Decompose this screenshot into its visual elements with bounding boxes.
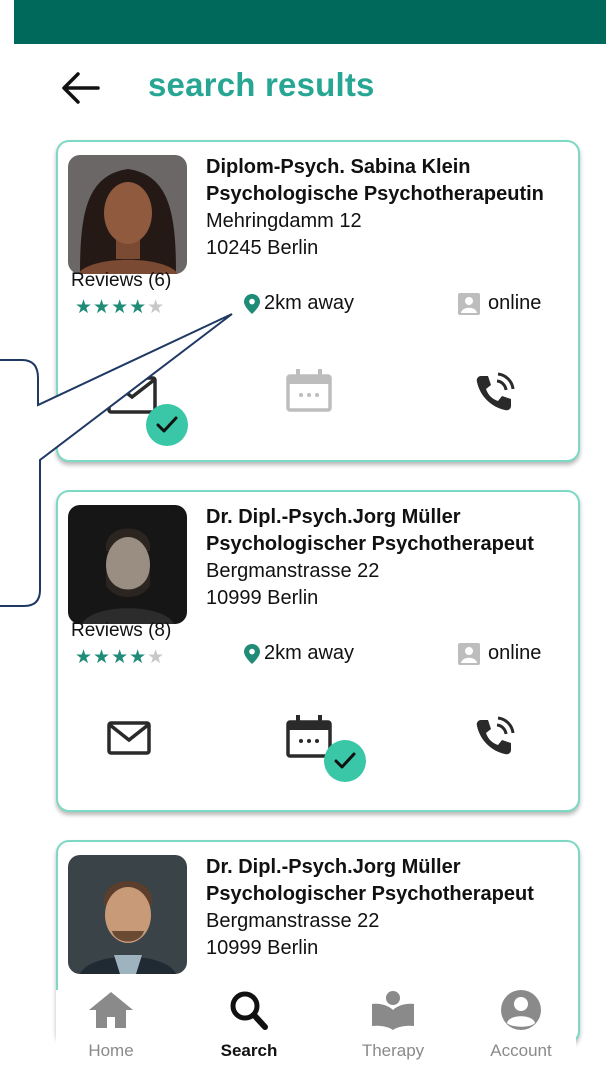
account-icon — [501, 990, 541, 1030]
therapist-profession: Psychologischer Psychotherapeut — [206, 533, 534, 555]
call-button[interactable] — [473, 716, 515, 763]
therapist-profession: Psychologische Psychotherapeutin — [206, 183, 544, 205]
location-pin-icon — [244, 293, 260, 314]
calendar-icon — [286, 369, 332, 412]
nav-therapy-label: Therapy — [361, 1041, 425, 1060]
call-button[interactable] — [473, 372, 515, 419]
envelope-icon — [107, 376, 157, 414]
person-reading-icon — [372, 991, 414, 1030]
nav-account-label: Account — [490, 1041, 552, 1060]
online-badge: online — [458, 292, 541, 315]
arrow-left-icon — [62, 72, 100, 104]
therapist-info: Dr. Dipl.-Psych.Jorg Müller Psychologisc… — [206, 854, 534, 962]
nav-search-label: Search — [220, 1041, 278, 1060]
top-app-bar — [14, 0, 606, 44]
therapist-profession: Psychologischer Psychotherapeut — [206, 883, 534, 905]
online-text: online — [488, 642, 542, 664]
nav-home-label: Home — [88, 1041, 134, 1060]
check-icon — [324, 740, 366, 782]
therapist-card[interactable]: Diplom-Psych. Sabina Klein Psychologisch… — [56, 140, 580, 462]
address-city: 10999 Berlin — [206, 937, 319, 959]
location-pin-icon — [244, 643, 260, 664]
therapist-photo — [68, 505, 187, 624]
check-icon — [146, 404, 188, 446]
therapist-info: Diplom-Psych. Sabina Klein Psychologisch… — [206, 154, 544, 262]
calendar-button[interactable] — [286, 368, 332, 417]
distance-info: 2km away — [244, 292, 354, 315]
star-rating: ★★★★★ — [75, 647, 166, 668]
distance-text: 2km away — [264, 642, 355, 664]
bottom-navigation: Home Search Therapy Account — [56, 990, 576, 1070]
address-city: 10999 Berlin — [206, 587, 319, 609]
nav-therapy[interactable]: Therapy — [338, 990, 448, 1061]
reviews-link[interactable]: Reviews (8) — [71, 620, 171, 642]
distance-info: 2km away — [244, 642, 354, 665]
online-text: online — [488, 292, 542, 314]
star-rating: ★★★★★ — [75, 297, 166, 318]
reviews-link[interactable]: Reviews (6) — [71, 270, 171, 292]
message-button[interactable] — [106, 720, 152, 761]
address-street: Bergmanstrasse 22 — [206, 560, 380, 582]
nav-account[interactable]: Account — [466, 990, 576, 1061]
person-icon — [458, 292, 480, 315]
address-street: Bergmanstrasse 22 — [206, 910, 380, 932]
page-title: search results — [148, 66, 375, 103]
address-street: Mehringdamm 12 — [206, 210, 362, 232]
therapist-photo — [68, 855, 187, 974]
distance-text: 2km away — [264, 292, 355, 314]
therapist-name: Diplom-Psych. Sabina Klein — [206, 156, 471, 178]
online-badge: online — [458, 642, 541, 665]
envelope-icon — [107, 721, 151, 755]
phone-icon — [476, 716, 515, 755]
search-icon — [230, 991, 268, 1030]
back-button[interactable] — [58, 68, 102, 108]
therapist-info: Dr. Dipl.-Psych.Jorg Müller Psychologisc… — [206, 504, 534, 612]
therapist-card[interactable]: Dr. Dipl.-Psych.Jorg Müller Psychologisc… — [56, 490, 580, 812]
therapist-name: Dr. Dipl.-Psych.Jorg Müller — [206, 856, 461, 878]
person-icon — [458, 642, 480, 665]
phone-icon — [476, 372, 515, 411]
home-icon — [89, 992, 133, 1028]
nav-search[interactable]: Search — [194, 990, 304, 1061]
address-city: 10245 Berlin — [206, 237, 319, 259]
therapist-photo — [68, 155, 187, 274]
therapist-name: Dr. Dipl.-Psych.Jorg Müller — [206, 506, 461, 528]
nav-home[interactable]: Home — [56, 990, 166, 1061]
